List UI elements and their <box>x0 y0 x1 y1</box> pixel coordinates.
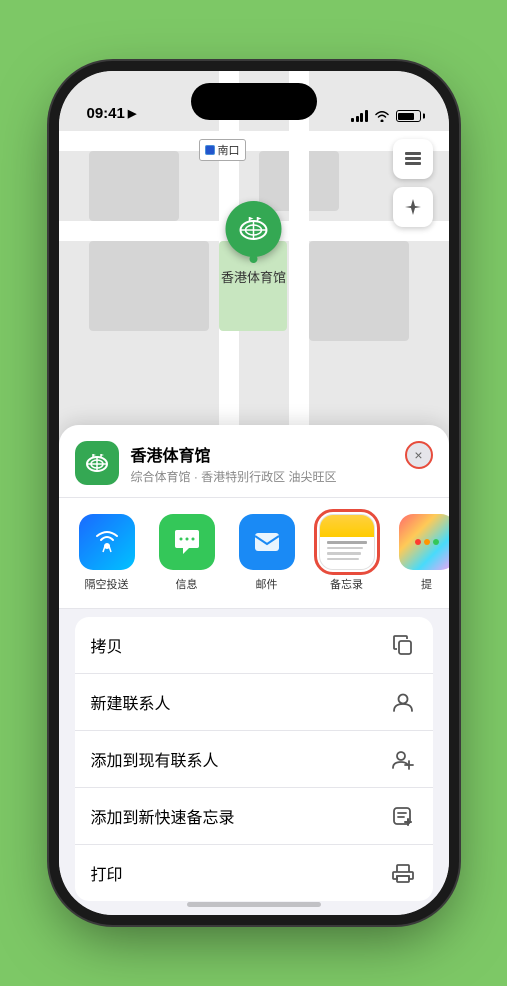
entrance-label-text: 南口 <box>218 142 240 158</box>
messages-label: 信息 <box>176 576 198 592</box>
notes-icon <box>319 514 375 570</box>
map-entrance-label: 南口 <box>199 139 246 161</box>
add-existing-icon <box>389 745 417 773</box>
time-display: 09:41 <box>87 105 125 122</box>
share-app-mail[interactable]: 邮件 <box>231 514 303 592</box>
location-name: 香港体育馆 <box>131 442 433 466</box>
close-icon: × <box>414 447 422 463</box>
add-quick-note-label: 添加到新快速备忘录 <box>91 804 235 828</box>
stadium-pin[interactable]: 香港体育馆 <box>221 201 286 286</box>
print-label: 打印 <box>91 861 123 885</box>
location-header: 香港体育馆 综合体育馆 · 香港特别行政区 油尖旺区 × <box>59 425 449 498</box>
location-button[interactable] <box>393 187 433 227</box>
mail-icon <box>239 514 295 570</box>
wifi-icon <box>374 110 390 122</box>
share-app-airdrop[interactable]: 隔空投送 <box>71 514 143 592</box>
home-indicator <box>187 902 321 907</box>
pin-label-text: 香港体育馆 <box>221 267 286 286</box>
map-layers-button[interactable] <box>393 139 433 179</box>
location-icon <box>75 441 119 485</box>
location-arrow-icon: ▶ <box>128 107 136 120</box>
copy-label: 拷贝 <box>91 633 123 657</box>
new-contact-label: 新建联系人 <box>91 690 171 714</box>
copy-icon <box>389 631 417 659</box>
share-app-messages[interactable]: 信息 <box>151 514 223 592</box>
new-contact-icon <box>389 688 417 716</box>
share-apps-row: 隔空投送 信息 <box>59 498 449 609</box>
bottom-sheet: 香港体育馆 综合体育馆 · 香港特别行政区 油尖旺区 × <box>59 425 449 915</box>
status-time: 09:41 ▶ <box>87 105 137 122</box>
map-controls[interactable] <box>393 139 433 235</box>
pin-icon <box>225 201 281 257</box>
more-icon <box>399 514 449 570</box>
phone-frame: 09:41 ▶ <box>59 71 449 915</box>
airdrop-label: 隔空投送 <box>85 576 129 592</box>
battery-icon <box>396 110 421 122</box>
action-add-existing[interactable]: 添加到现有联系人 <box>75 731 433 788</box>
action-print[interactable]: 打印 <box>75 845 433 901</box>
printer-icon <box>389 859 417 887</box>
mail-label: 邮件 <box>256 576 278 592</box>
action-new-contact[interactable]: 新建联系人 <box>75 674 433 731</box>
location-info: 香港体育馆 综合体育馆 · 香港特别行政区 油尖旺区 <box>131 442 433 485</box>
action-add-quick-note[interactable]: 添加到新快速备忘录 <box>75 788 433 845</box>
share-app-more[interactable]: 提 <box>391 514 449 592</box>
location-subtitle: 综合体育馆 · 香港特别行政区 油尖旺区 <box>131 468 433 485</box>
add-existing-label: 添加到现有联系人 <box>91 747 219 771</box>
action-copy[interactable]: 拷贝 <box>75 617 433 674</box>
more-label: 提 <box>421 576 432 592</box>
notes-label: 备忘录 <box>330 576 363 592</box>
share-app-notes[interactable]: 备忘录 <box>311 514 383 592</box>
airdrop-icon <box>79 514 135 570</box>
quick-note-icon <box>389 802 417 830</box>
close-button[interactable]: × <box>405 441 433 469</box>
status-icons <box>351 110 421 122</box>
messages-icon <box>159 514 215 570</box>
action-list: 拷贝 新建联系人 <box>75 617 433 901</box>
dynamic-island <box>191 83 317 120</box>
signal-icon <box>351 110 368 122</box>
